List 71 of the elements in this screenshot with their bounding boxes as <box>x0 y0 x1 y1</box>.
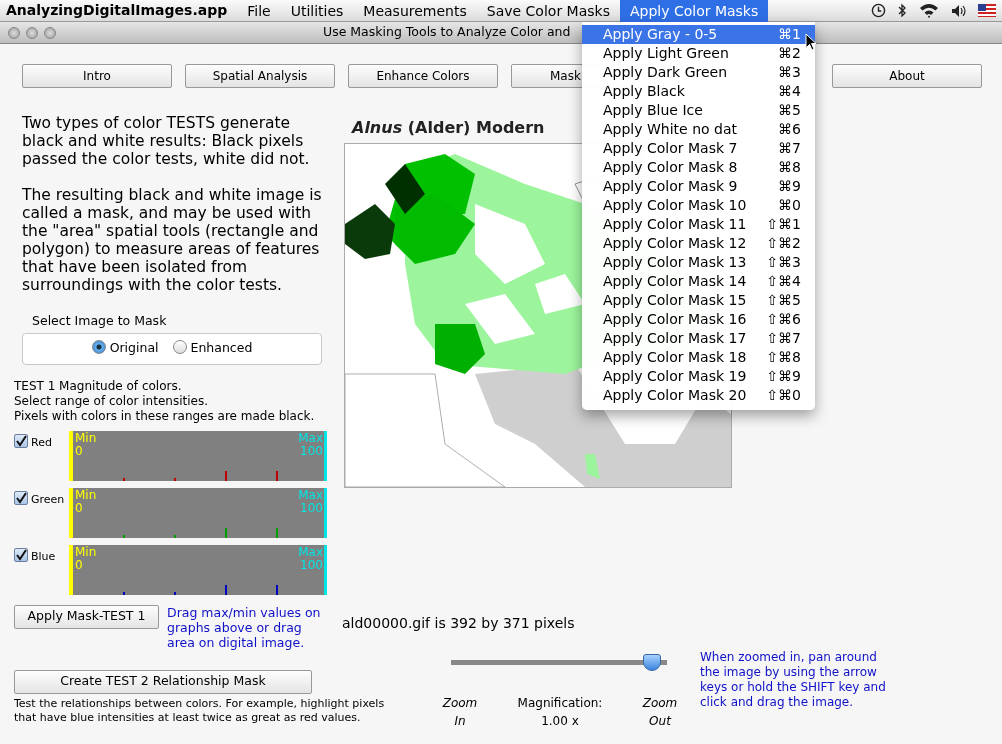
shortcut-text: ⌘3 <box>778 63 801 82</box>
shortcut-text: ⇧⌘7 <box>766 329 801 348</box>
map-title: Alnus (Alder) Modern <box>352 117 545 139</box>
menu-item-label: Apply Color Mask 18 <box>603 348 747 367</box>
shortcut-text: ⌘0 <box>778 196 801 215</box>
shortcut-text: ⇧⌘8 <box>766 348 801 367</box>
menu-item-label: Apply Color Mask 13 <box>603 253 747 272</box>
menu-item-label: Apply Color Mask 14 <box>603 272 747 291</box>
min-label: Min <box>75 431 97 445</box>
instruction-text: TEST 1 Magnitude of colors. <box>14 378 183 394</box>
min-value: 0 <box>75 501 84 515</box>
shortcut-text: ⇧⌘3 <box>766 253 801 272</box>
menu-item-label: Apply Color Mask 8 <box>603 158 738 177</box>
menu-item-label: Apply White no dat <box>603 120 737 139</box>
hint-text: Drag max/min values on graphs above or drag area on digital image. <box>167 604 322 650</box>
shortcut-text: ⇧⌘4 <box>766 272 801 291</box>
group-label: Select Image to Mask <box>32 312 168 330</box>
menu-item-label: Apply Light Green <box>603 44 729 63</box>
intro-paragraph: The resulting black and white image is called a mask, and may be used with the "area" spatial tools (rectangle and polygon) to measure areas of features that have been isolated from surroundings with the color tests. <box>22 186 323 294</box>
menu-item-label: Apply Dark Green <box>603 63 728 82</box>
menu-item-label: Apply Color Mask 11 <box>603 215 747 234</box>
shortcut-text: ⌘2 <box>778 44 801 63</box>
menu-item-label: Apply Color Mask 10 <box>603 196 747 215</box>
menu-item-label: Apply Color Mask 12 <box>603 234 747 253</box>
max-value: 100 <box>299 558 323 572</box>
shortcut-text: ⇧⌘9 <box>766 367 801 386</box>
channel-label: Red <box>31 434 53 451</box>
window-title: Use Masking Tools to Analyze Color and <box>323 23 571 42</box>
max-value: 100 <box>299 444 323 458</box>
channel-label: Green <box>31 491 66 508</box>
shortcut-text: ⇧⌘6 <box>766 310 801 329</box>
max-label: Max <box>298 488 323 502</box>
min-value: 0 <box>75 444 84 458</box>
min-value: 0 <box>75 558 84 572</box>
channel-label: Blue <box>31 548 57 565</box>
instruction-text: Select range of color intensities. <box>14 393 209 409</box>
zoom-in-label: Zoom In <box>441 695 479 730</box>
shortcut-text: ⌘8 <box>778 158 801 177</box>
shortcut-text: ⌘7 <box>778 139 801 158</box>
menu-item-label: Apply Color Mask 19 <box>603 367 747 386</box>
max-label: Max <box>298 431 323 445</box>
magnification-value: 1.00 x <box>540 713 580 730</box>
zoom-out-label: Zoom Out <box>641 695 679 730</box>
file-info-text: ald00000.gif is 392 by 371 pixels <box>342 614 576 633</box>
menu-item-label: Apply Color Mask 15 <box>603 291 747 310</box>
shortcut-text: ⇧⌘1 <box>766 215 801 234</box>
shortcut-text: ⇧⌘2 <box>766 234 801 253</box>
menu-item-label: Apply Color Mask 16 <box>603 310 747 329</box>
hint-text: When zoomed in, pan around the image by using the arrow keys or hold the SHIFT key and click and drag the image. <box>700 650 887 711</box>
intro-paragraph: Two types of color TESTS generate black and white results: Black pixels passed the color tests, white did not. <box>22 114 311 168</box>
menu-item-label: Apply Color Mask 17 <box>603 329 747 348</box>
description-text: Test the relationships between colors. For example, highlight pixels that have blue intensities at least twice as great as red values. <box>14 696 386 725</box>
max-value: 100 <box>299 501 323 515</box>
shortcut-text: ⌘5 <box>778 101 801 120</box>
min-label: Min <box>75 545 97 559</box>
shortcut-text: ⌘1 <box>778 25 801 44</box>
shortcut-text: ⌘6 <box>778 120 801 139</box>
max-label: Max <box>298 545 323 559</box>
menu-item-label: Apply Color Mask 20 <box>603 386 747 405</box>
shortcut-text: ⇧⌘5 <box>766 291 801 310</box>
menu-item-label: Apply Gray - 0-5 <box>603 25 718 44</box>
menu-item-label: Apply Blue Ice <box>603 101 703 120</box>
shortcut-text: ⌘4 <box>778 82 801 101</box>
shortcut-text: ⌘9 <box>778 177 801 196</box>
menu-item-label: Apply Black <box>603 82 685 101</box>
menu-item-label: Apply Color Mask 7 <box>603 139 738 158</box>
magnification-label: Magnification: <box>517 695 603 712</box>
shortcut-text: ⇧⌘0 <box>766 386 801 405</box>
instruction-text: Pixels with colors in these ranges are made black. <box>14 408 316 424</box>
min-label: Min <box>75 488 97 502</box>
menu-item-label: Apply Color Mask 9 <box>603 177 738 196</box>
